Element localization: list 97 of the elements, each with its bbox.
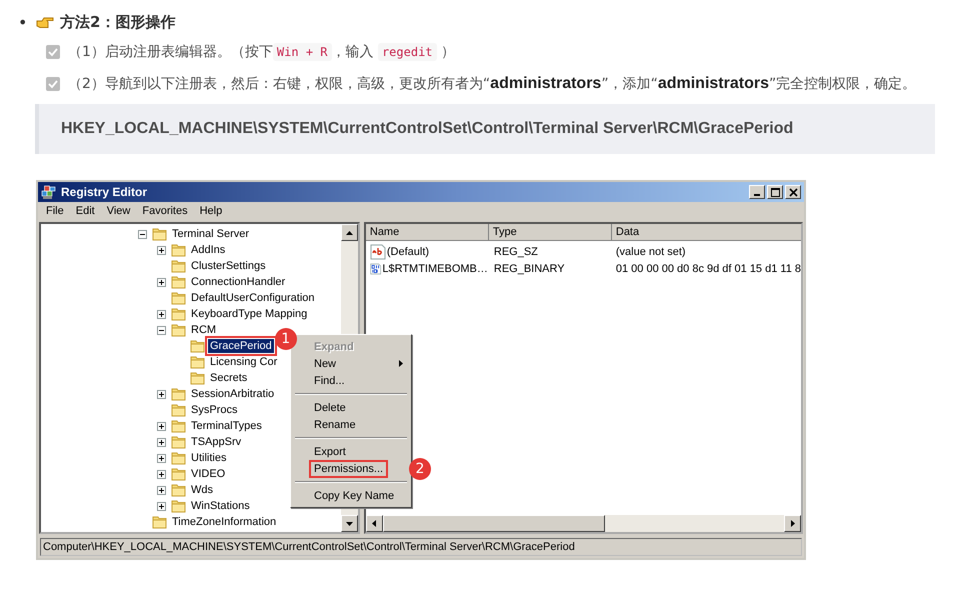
tree-item[interactable]: SysProcs [189,403,240,417]
expand-icon[interactable] [157,486,166,494]
horizontal-scrollbar[interactable] [366,515,801,532]
folder-icon [171,275,186,289]
tree-item[interactable]: RCM [189,323,218,337]
tree-item[interactable]: ConnectionHandler [189,275,288,289]
folder-icon [171,291,186,305]
expand-icon[interactable] [157,390,166,398]
menu-option[interactable]: Permissions... [311,462,386,476]
menu-item[interactable]: File [40,205,70,217]
scroll-left-icon[interactable] [366,515,383,532]
folder-icon [171,483,186,497]
maximize-button[interactable] [767,185,783,199]
folder-icon [171,403,186,417]
bullet: • [18,12,28,32]
folder-icon [171,243,186,257]
collapse-icon[interactable] [138,230,147,238]
folder-icon [190,371,205,385]
menu-option[interactable]: Export [311,444,349,458]
scroll-right-icon[interactable] [784,515,801,532]
tree-item[interactable]: Licensing Cor [208,355,280,369]
step-badge: 1 [274,328,297,350]
value-type: REG_SZ [492,246,539,258]
collapse-icon[interactable] [157,326,166,334]
folder-icon [171,419,186,433]
pointing-hand-icon [36,15,54,29]
step-text: （1）启动注册表编辑器。（按下 Win + R ，输入 regedit ） [68,42,456,63]
value-data: (value not set) [614,246,687,258]
folder-icon [152,515,167,529]
tree-item[interactable]: VIDEO [189,467,228,481]
code-block: HKEY_LOCAL_MACHINE\SYSTEM\CurrentControlSet\Control\Terminal Server\RCM\GracePeriod [35,104,935,154]
menu-option[interactable]: Copy Key Name [311,488,398,502]
scroll-up-icon[interactable] [340,224,358,241]
tree-item[interactable]: TSAppSrv [189,435,244,449]
tree-item[interactable]: SessionArbitratio [189,387,276,401]
value-name[interactable]: L$RTMTIMEBOMB… [382,262,488,274]
folder-icon [171,323,186,337]
menu-item[interactable]: Favorites [136,205,194,217]
column-header[interactable]: Data [612,224,801,241]
value-type: REG_BINARY [492,262,566,274]
column-header[interactable]: Type [488,224,612,241]
maximize-icon [770,188,780,196]
menu-option[interactable]: Delete [311,400,349,414]
folder-icon [171,259,186,273]
expand-icon[interactable] [157,454,166,462]
folder-icon [152,227,167,241]
menu-option[interactable]: Rename [311,418,359,432]
expand-icon[interactable] [157,470,166,478]
tree-item[interactable]: WinStations [189,499,252,513]
tree-item[interactable]: GracePeriod [208,339,274,353]
checkbox[interactable] [46,45,60,59]
folder-icon [171,387,186,401]
registry-icon [41,184,57,200]
menu-item[interactable]: Edit [70,205,101,217]
value-name[interactable]: (Default) [386,246,430,258]
tree-item[interactable]: KeyboardType Mapping [189,307,310,321]
folder-icon [171,451,186,465]
scrollbar-thumb[interactable] [382,515,605,532]
menu-option[interactable]: Find... [311,374,348,388]
section-title: 方法2：图形操作 [60,12,176,32]
expand-icon[interactable] [157,310,166,318]
tree-item[interactable]: AddIns [189,243,228,257]
tree-item[interactable]: TimeZoneInformation [170,515,278,529]
expand-icon[interactable] [157,438,166,446]
scroll-down-icon[interactable] [340,515,358,532]
window-title: Registry Editor [61,185,148,199]
minimize-icon [754,194,760,196]
status-bar: Computer\HKEY_LOCAL_MACHINE\SYSTEM\CurrentControlSet\Control\Terminal Server\RCM\GracePeriod [40,538,802,556]
folder-icon [190,339,205,353]
binary-value-icon [370,260,382,276]
menu-option[interactable]: New [311,356,340,370]
tree-item[interactable]: TerminalTypes [189,419,264,433]
expand-icon[interactable] [157,246,166,254]
column-header[interactable]: Name [366,224,489,241]
close-button[interactable] [785,185,801,199]
folder-icon [171,499,186,513]
folder-icon [171,307,186,321]
step-text: （2）导航到以下注册表，然后：右键，权限，高级，更改所有者为“administrators”，添加“administrators”完全控制权限，确定。 [68,74,918,94]
folder-icon [171,435,186,449]
menu-item[interactable]: Help [194,205,228,217]
minimize-button[interactable] [749,185,765,199]
expand-icon[interactable] [157,278,166,286]
tree-item[interactable]: Terminal Server [170,227,252,241]
tree-item[interactable]: Utilities [189,451,228,465]
folder-icon [190,355,205,369]
string-value-icon [370,244,386,260]
tree-item[interactable]: Secrets [208,371,250,385]
tree-item[interactable]: ClusterSettings [189,259,268,273]
expand-icon[interactable] [157,422,166,430]
checkbox[interactable] [46,77,60,91]
tree-item[interactable]: Wds [189,483,215,497]
folder-icon [171,467,186,481]
menu-item[interactable]: View [100,205,136,217]
value-data: 01 00 00 00 d0 8c 9d df 01 15 d1 11 8 [614,262,801,274]
close-icon [788,188,798,196]
expand-icon[interactable] [157,502,166,510]
tree-item[interactable]: DefaultUserConfiguration [189,291,317,305]
